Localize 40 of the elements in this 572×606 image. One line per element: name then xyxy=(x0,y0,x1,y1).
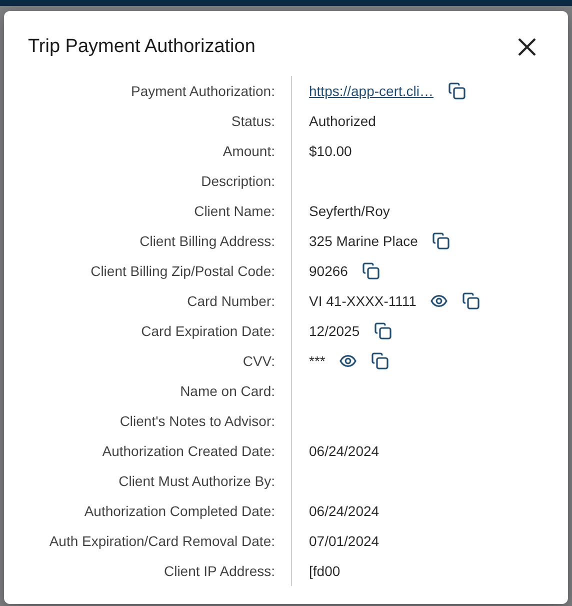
field-label: Card Expiration Date: xyxy=(141,323,275,339)
field-label: Amount: xyxy=(222,143,275,159)
field-label: CVV: xyxy=(242,353,275,369)
field-value: Authorized xyxy=(309,113,376,129)
field-label: Client Billing Address: xyxy=(140,233,275,249)
field-label: Client Name: xyxy=(194,203,275,219)
eye-icon[interactable] xyxy=(430,292,448,310)
dialog-title: Trip Payment Authorization xyxy=(28,36,256,58)
copy-icon[interactable] xyxy=(371,352,390,370)
field-value: 06/24/2024 xyxy=(309,503,380,519)
field-label: Payment Authorization: xyxy=(131,83,275,99)
field-label: Description: xyxy=(201,173,275,189)
copy-icon[interactable] xyxy=(362,262,380,280)
field-label: Client IP Address: xyxy=(164,563,275,579)
field-value: 06/24/2024 xyxy=(309,443,380,459)
field-value: [fd00 xyxy=(309,563,340,579)
field-label: Authorization Completed Date: xyxy=(84,503,275,519)
eye-icon[interactable] xyxy=(339,352,358,370)
field-label: Client's Notes to Advisor: xyxy=(120,413,275,429)
close-icon[interactable] xyxy=(516,36,538,58)
field-label: Auth Expiration/Card Removal Date: xyxy=(49,533,275,549)
field-label: Client Billing Zip/Postal Code: xyxy=(90,263,275,279)
authorization-link[interactable]: https://app-cert.cli… xyxy=(309,83,434,99)
field-value: 07/01/2024 xyxy=(309,533,380,549)
field-value: 12/2025 xyxy=(309,323,360,339)
field-value: VI 41-XXXX-1111 xyxy=(309,293,416,309)
field-value: $10.00 xyxy=(309,143,352,159)
copy-icon[interactable] xyxy=(374,322,392,340)
field-label: Name on Card: xyxy=(180,383,275,399)
field-label: Card Number: xyxy=(187,293,275,309)
field-label: Status: xyxy=(231,113,275,129)
field-value: Seyferth/Roy xyxy=(309,203,390,219)
field-value: 325 Marine Place xyxy=(309,233,418,249)
copy-icon[interactable] xyxy=(448,82,466,100)
field-value: *** xyxy=(309,353,326,369)
copy-icon[interactable] xyxy=(432,232,450,250)
field-value: 90266 xyxy=(309,263,348,279)
field-label: Client Must Authorize By: xyxy=(118,473,275,489)
field-label: Authorization Created Date: xyxy=(102,443,275,459)
copy-icon[interactable] xyxy=(462,292,480,310)
